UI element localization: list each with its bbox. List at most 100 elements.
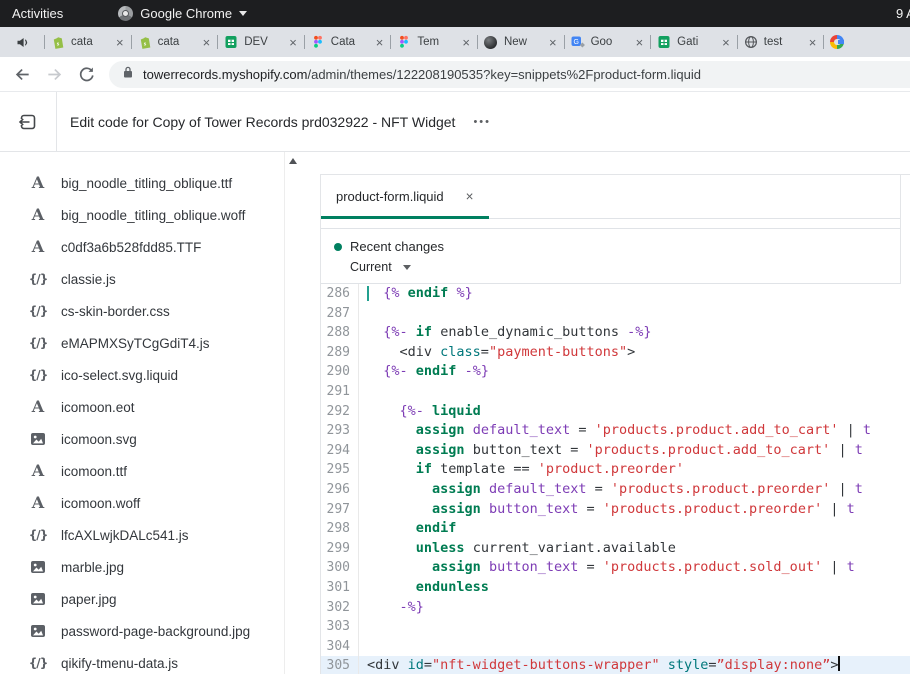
tab-close-icon[interactable]: × — [549, 36, 557, 49]
browser-tab-strip: scata×scata×DEV×Cata×Tem×New×GGoo×Gati×t… — [0, 27, 910, 57]
code-file-icon: {/} — [28, 304, 48, 318]
system-clock[interactable]: 9 A — [896, 6, 910, 21]
tab-close-icon[interactable]: × — [809, 36, 817, 49]
file-item[interactable]: {/}cs-skin-border.css — [0, 295, 300, 327]
browser-tab[interactable]: Tem× — [390, 27, 477, 57]
browser-tab[interactable]: G Goo× — [564, 27, 651, 57]
file-item[interactable]: {/}classie.js — [0, 263, 300, 295]
browser-tab[interactable]: Cata× — [304, 27, 391, 57]
file-item[interactable]: {/}eMAPMXSyTCgGdiT4.js — [0, 327, 300, 359]
tab-title: cata — [71, 36, 113, 48]
tab-close-icon[interactable]: × — [203, 36, 211, 49]
file-name: marble.jpg — [61, 560, 124, 575]
image-file-icon — [28, 431, 48, 447]
file-item[interactable]: {/}lfcAXLwjkDALc541.js — [0, 519, 300, 551]
image-file-icon — [28, 623, 48, 639]
code-text — [359, 304, 367, 324]
font-file-icon: A — [28, 495, 48, 511]
line-number: 286 — [321, 284, 359, 304]
code-text: assign button_text = 'products.product.s… — [359, 558, 855, 578]
shopify-favicon-icon: s — [51, 35, 65, 49]
browser-tabs: scata×scata×DEV×Cata×Tem×New×GGoo×Gati×t… — [44, 27, 910, 57]
code-text — [359, 637, 367, 657]
font-file-icon: A — [28, 239, 48, 255]
code-line: 289 <div class="payment-buttons"> — [321, 343, 910, 363]
exit-code-editor-button[interactable] — [0, 92, 57, 151]
tab-title: cata — [158, 36, 200, 48]
browser-tab[interactable]: scata× — [44, 27, 131, 57]
activities-button[interactable]: Activities — [12, 6, 63, 21]
code-editor-panel: product-form.liquid × Recent changes Cur… — [320, 174, 910, 674]
font-file-icon: A — [28, 399, 48, 415]
file-item[interactable]: {/} qikify-tmenu-data.js — [0, 647, 300, 674]
back-button[interactable] — [13, 65, 32, 84]
code-file-icon: {/} — [28, 272, 48, 286]
lock-icon[interactable] — [122, 65, 134, 84]
tab-close-icon[interactable]: × — [636, 36, 644, 49]
file-item[interactable]: Abig_noodle_titling_oblique.ttf — [0, 167, 300, 199]
file-item[interactable]: Abig_noodle_titling_oblique.woff — [0, 199, 300, 231]
tab-title: DEV — [244, 36, 286, 48]
code-text — [359, 382, 367, 402]
code-textarea[interactable]: 286 {% endif %}287288 {%- if enable_dyna… — [321, 284, 910, 674]
browser-tab[interactable]: New× — [477, 27, 564, 57]
version-selected-label: Current — [350, 260, 392, 274]
tab-title: Gati — [677, 36, 719, 48]
file-item[interactable]: icomoon.svg — [0, 423, 300, 455]
globe-favicon-icon — [744, 35, 758, 49]
version-history-panel: Recent changes Current — [321, 228, 900, 284]
file-item[interactable]: Aicomoon.ttf — [0, 455, 300, 487]
version-dropdown[interactable]: Current — [350, 260, 900, 274]
code-line: 297 assign button_text = 'products.produ… — [321, 500, 910, 520]
url-text: towerrecords.myshopify.com/admin/themes/… — [143, 67, 701, 82]
browser-tab[interactable]: test× — [737, 27, 824, 57]
file-item[interactable]: Aicomoon.woff — [0, 487, 300, 519]
browser-tab[interactable]: DEV× — [217, 27, 304, 57]
reload-button[interactable] — [77, 65, 96, 84]
recent-changes-label: Recent changes — [350, 239, 444, 254]
tab-close-icon[interactable]: × — [116, 36, 124, 49]
translate-favicon-icon: G — [571, 35, 585, 49]
file-name: c0df3a6b528fdd85.TTF — [61, 240, 201, 255]
file-item[interactable]: Ac0df3a6b528fdd85.TTF — [0, 231, 300, 263]
browser-tab[interactable]: Gati× — [650, 27, 737, 57]
browser-tab[interactable]: scata× — [131, 27, 218, 57]
font-file-icon: A — [28, 463, 48, 479]
file-name: qikify-tmenu-data.js — [61, 656, 178, 671]
code-file-icon: {/} — [28, 656, 48, 670]
line-number: 297 — [321, 500, 359, 520]
tab-close-icon[interactable]: × — [466, 189, 474, 204]
tab-title: Goo — [591, 36, 633, 48]
file-list: Abig_noodle_titling_oblique.ttfAbig_nood… — [0, 152, 300, 674]
forward-button[interactable] — [45, 65, 64, 84]
file-name: lfcAXLwjkDALc541.js — [61, 528, 189, 543]
line-number: 300 — [321, 558, 359, 578]
file-item[interactable]: password-page-background.jpg — [0, 615, 300, 647]
tab-close-icon[interactable]: × — [462, 36, 470, 49]
browser-tab[interactable] — [823, 27, 910, 57]
code-line: 305<div id="nft-widget-buttons-wrapper" … — [321, 656, 910, 674]
sidebar-scrollbar[interactable] — [284, 152, 300, 674]
line-number: 304 — [321, 637, 359, 657]
tab-close-icon[interactable]: × — [289, 36, 297, 49]
file-item[interactable]: Aicomoon.eot — [0, 391, 300, 423]
more-actions-button[interactable]: ••• — [473, 116, 491, 128]
code-line: 304 — [321, 637, 910, 657]
app-menu[interactable]: Google Chrome — [118, 6, 247, 21]
tab-close-icon[interactable]: × — [376, 36, 384, 49]
file-name: icomoon.svg — [61, 432, 137, 447]
code-line: 288 {%- if enable_dynamic_buttons -%} — [321, 323, 910, 343]
exit-code-editor-icon — [18, 112, 38, 132]
scroll-up-icon[interactable] — [289, 158, 297, 164]
editor-tab-product-form[interactable]: product-form.liquid × — [321, 175, 489, 218]
image-file-icon — [28, 591, 48, 607]
file-item[interactable]: {/}ico-select.svg.liquid — [0, 359, 300, 391]
dark-favicon-icon — [484, 35, 498, 49]
tab-close-icon[interactable]: × — [722, 36, 730, 49]
panel-right-border — [900, 175, 901, 284]
code-text — [359, 617, 367, 637]
code-line: 286 {% endif %} — [321, 284, 910, 304]
file-item[interactable]: marble.jpg — [0, 551, 300, 583]
file-item[interactable]: paper.jpg — [0, 583, 300, 615]
address-bar[interactable]: towerrecords.myshopify.com/admin/themes/… — [109, 61, 910, 88]
